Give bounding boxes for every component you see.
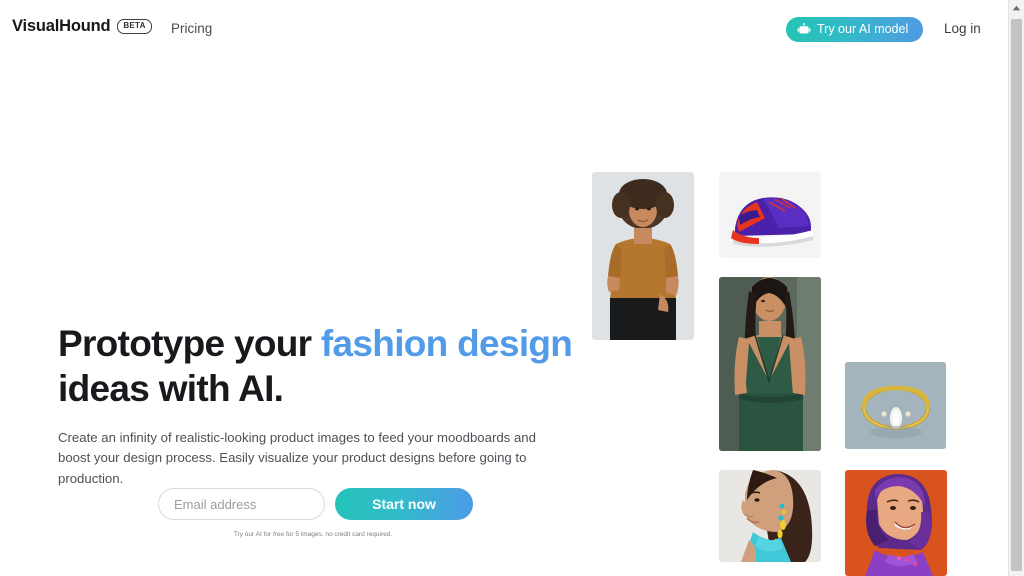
hero-section: Prototype your fashion design ideas with… [58,322,578,489]
headline-accent: fashion design [320,323,573,364]
page-content: VisualHound BETA Pricing Try our AI mode… [0,0,1008,576]
signup-fineprint: Try our AI for free for 5 images, no cre… [233,531,393,538]
browser-viewport: VisualHound BETA Pricing Try our AI mode… [0,0,1024,576]
collage-tile-woman-yellow-earring [719,470,821,562]
start-now-button[interactable]: Start now [335,488,473,520]
chevron-up-icon [1012,5,1021,11]
hero-subheading: Create an infinity of realistic-looking … [58,429,536,486]
robot-icon [797,22,811,37]
nav-item-pricing[interactable]: Pricing [171,22,212,36]
collage-tile-purple-red-sneaker [719,172,821,258]
collage-tile-gold-diamond-ring [845,362,946,449]
headline-part-1: Prototype your [58,323,321,364]
nav-item-login[interactable]: Log in [944,22,981,36]
collage-tile-man-in-tan-tshirt [592,172,694,340]
headline-part-2: ideas with AI. [58,367,284,409]
brand-name: VisualHound [12,17,111,35]
beta-badge: BETA [117,18,152,34]
collage-tile-woman-green-dress [719,277,821,451]
page-title: Prototype your fashion design ideas with… [58,322,578,412]
try-ai-model-label: Try our AI model [817,22,909,37]
site-header: VisualHound BETA Pricing Try our AI mode… [0,0,1008,58]
email-input[interactable] [158,488,325,520]
signup-form: Start now [158,488,473,520]
brand-logo[interactable]: VisualHound BETA [12,18,152,35]
hero-image-collage [0,0,1008,576]
scroll-up-button[interactable] [1009,0,1024,16]
scrollbar-thumb[interactable] [1011,19,1022,571]
collage-tile-woman-purple-hair [845,470,947,576]
try-ai-model-button[interactable]: Try our AI model [786,17,924,42]
vertical-scrollbar[interactable] [1008,0,1024,576]
